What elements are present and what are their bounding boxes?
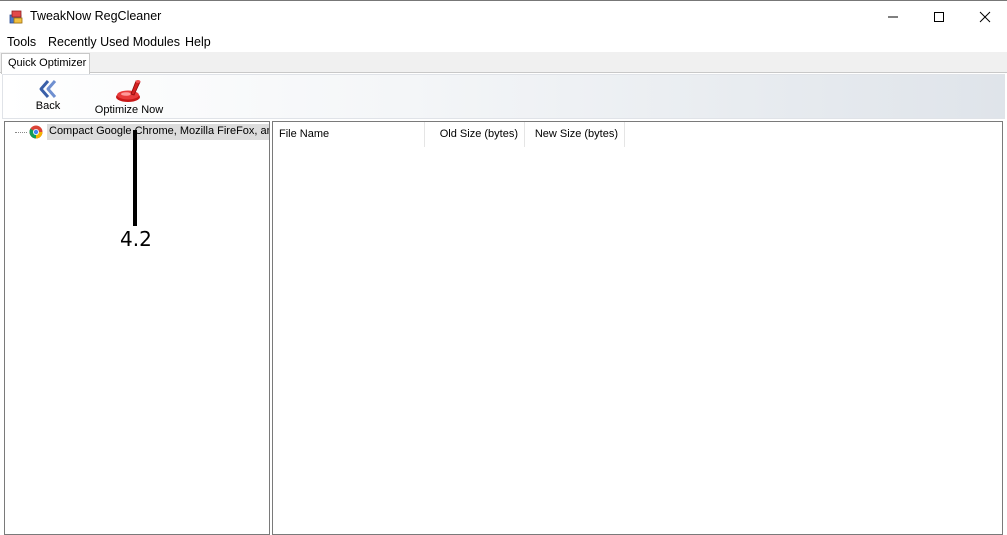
- tree-item-label: Compact Google Chrome, Mozilla FireFox, …: [47, 124, 269, 140]
- maximize-icon: [934, 12, 944, 22]
- tab-quick-optimizer[interactable]: Quick Optimizer: [1, 53, 90, 74]
- file-list: File Name Old Size (bytes) New Size (byt…: [272, 121, 1003, 535]
- toolbar: Back Optimize Now: [2, 74, 1005, 119]
- tree-item-compact-browsers[interactable]: Compact Google Chrome, Mozilla FireFox, …: [5, 124, 269, 140]
- minimize-icon: [888, 16, 898, 18]
- menu-bar: Tools Recently Used Modules Help: [0, 32, 1007, 52]
- chrome-icon: [29, 125, 43, 139]
- column-header-file-name[interactable]: File Name: [273, 122, 425, 147]
- menu-tools[interactable]: Tools: [7, 35, 36, 49]
- close-icon: [979, 11, 991, 23]
- column-header-old-size[interactable]: Old Size (bytes): [425, 122, 525, 147]
- back-button[interactable]: Back: [31, 75, 65, 119]
- annotation-label: 4.2: [120, 227, 152, 251]
- window-title: TweakNow RegCleaner: [30, 9, 162, 23]
- regcleaner-app-icon: [9, 10, 23, 24]
- menu-help[interactable]: Help: [185, 35, 211, 49]
- double-chevron-left-icon: [39, 80, 57, 98]
- optimize-now-button[interactable]: Optimize Now: [93, 75, 165, 119]
- module-tree: Compact Google Chrome, Mozilla FireFox, …: [4, 121, 270, 535]
- optimize-cleaner-icon: [116, 80, 141, 102]
- maximize-button[interactable]: [916, 1, 962, 33]
- menu-recently-used-modules[interactable]: Recently Used Modules: [48, 35, 180, 49]
- column-header-new-size[interactable]: New Size (bytes): [525, 122, 625, 147]
- back-label: Back: [35, 100, 61, 112]
- minimize-button[interactable]: [870, 1, 916, 33]
- tab-strip: Quick Optimizer: [0, 52, 1007, 74]
- close-button[interactable]: [962, 1, 1007, 33]
- title-bar: TweakNow RegCleaner: [0, 0, 1007, 32]
- tree-connector: [15, 132, 27, 133]
- list-header: File Name Old Size (bytes) New Size (byt…: [273, 122, 1002, 147]
- optimize-now-label: Optimize Now: [94, 104, 164, 116]
- annotation-pointer-line: [133, 130, 137, 226]
